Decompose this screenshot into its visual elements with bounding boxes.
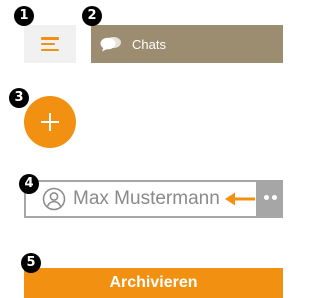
add-button[interactable] <box>24 96 76 148</box>
contact-name: Max Mustermann <box>73 188 220 209</box>
more-dots-icon[interactable] <box>264 195 277 200</box>
plus-icon <box>41 113 59 131</box>
step-badge-1: 1 <box>14 6 34 26</box>
step-badge-4: 4 <box>19 174 39 194</box>
arrow-left-icon <box>224 192 255 206</box>
menu-button[interactable] <box>24 25 76 63</box>
step-badge-2: 2 <box>82 6 102 26</box>
contact-row[interactable]: Max Mustermann <box>24 180 283 218</box>
chats-tab-label: Chats <box>132 36 166 52</box>
chat-bubbles-icon <box>100 36 122 52</box>
hamburger-menu-icon <box>41 37 59 51</box>
archive-button[interactable]: Archivieren <box>24 268 283 298</box>
contact-field[interactable]: Max Mustermann <box>26 182 256 216</box>
step-badge-5: 5 <box>21 253 41 273</box>
step-badge-3: 3 <box>9 88 29 108</box>
person-icon <box>42 187 66 211</box>
chats-tab[interactable]: Chats <box>91 25 283 63</box>
